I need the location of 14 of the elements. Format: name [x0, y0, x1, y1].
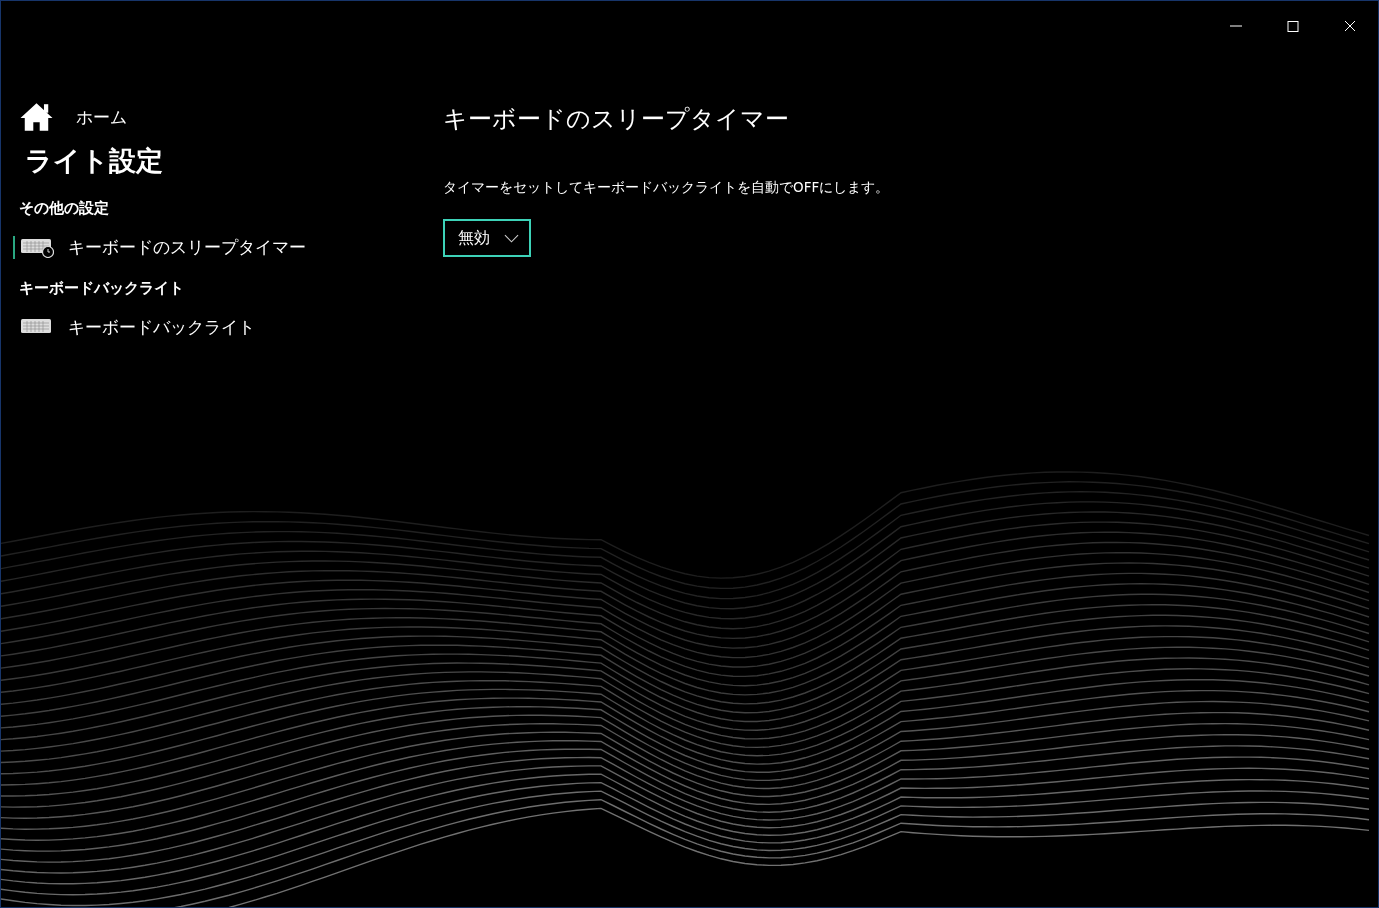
sidebar-item[interactable]: キーボードのスリープタイマー: [13, 236, 306, 259]
chevron-down-icon: [504, 233, 519, 243]
maximize-icon: [1286, 20, 1299, 32]
home-icon: [19, 101, 54, 133]
timer-dropdown[interactable]: 無効: [443, 219, 531, 257]
section-heading: キーボードバックライト: [19, 279, 184, 298]
home-link[interactable]: ホーム: [19, 101, 127, 133]
sidebar-item[interactable]: キーボードバックライト: [13, 316, 255, 339]
page-title: キーボードのスリープタイマー: [443, 104, 790, 135]
app-title: ライト設定: [25, 144, 163, 178]
keyboard-clock-icon: [21, 237, 54, 258]
section-heading: その他の設定: [19, 199, 109, 218]
close-icon: [1343, 20, 1356, 32]
description-text: タイマーをセットしてキーボードバックライトを自動でOFFにします。: [443, 179, 890, 197]
